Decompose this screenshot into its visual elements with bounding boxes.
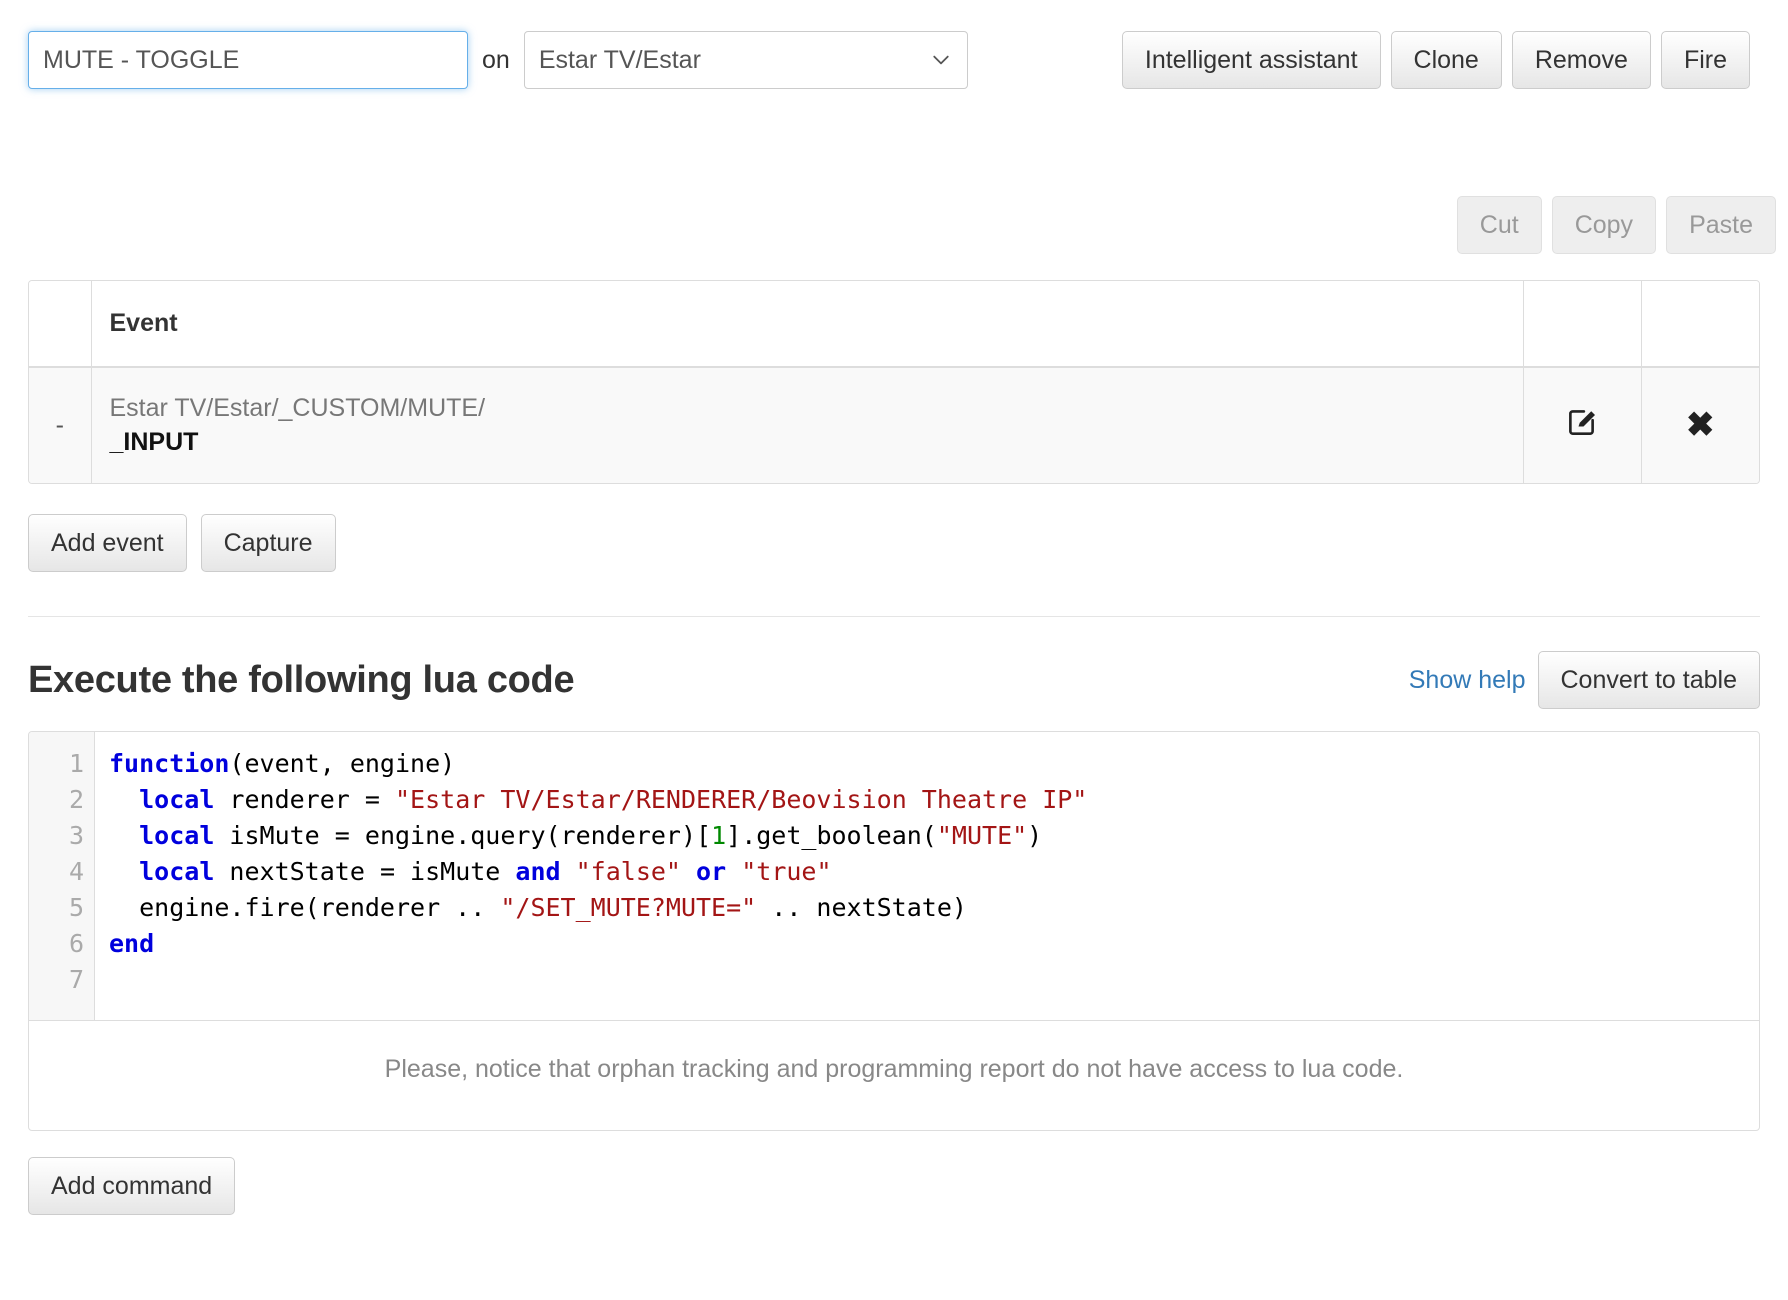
code-token: and xyxy=(515,857,561,886)
intelligent-assistant-button[interactable]: Intelligent assistant xyxy=(1121,31,1381,89)
events-table-head: Event xyxy=(29,281,1759,368)
top-toolbar: on Estar TV/Estar Intelligent assistant … xyxy=(0,0,1788,96)
table-row: - Estar TV/Estar/_CUSTOM/MUTE/ _INPUT ✖ xyxy=(29,367,1759,483)
add-event-button[interactable]: Add event xyxy=(28,514,187,572)
code-token: "MUTE" xyxy=(936,821,1028,850)
row-delete-button[interactable]: ✖ xyxy=(1641,367,1759,483)
code-line: function(event, engine) xyxy=(109,746,1759,782)
code-token: engine.fire(renderer .. xyxy=(109,893,501,922)
code-token: isMute = engine.query(renderer)[ xyxy=(214,821,712,850)
events-table-body: - Estar TV/Estar/_CUSTOM/MUTE/ _INPUT ✖ xyxy=(29,367,1759,483)
events-table: Event - Estar TV/Estar/_CUSTOM/MUTE/ _IN… xyxy=(29,281,1759,483)
lua-header-actions: Show help Convert to table xyxy=(1409,651,1760,709)
footer-actions: Add command xyxy=(0,1131,1788,1245)
row-edit-button[interactable] xyxy=(1523,367,1642,483)
code-token: local xyxy=(139,785,215,814)
convert-to-table-button[interactable]: Convert to table xyxy=(1537,651,1760,709)
code-token: renderer = xyxy=(214,785,395,814)
capture-button[interactable]: Capture xyxy=(200,514,336,572)
row-event-cell: Estar TV/Estar/_CUSTOM/MUTE/ _INPUT xyxy=(91,367,1524,483)
target-select-wrapper: Estar TV/Estar xyxy=(523,31,968,89)
code-token: ].get_boolean( xyxy=(726,821,937,850)
copy-button[interactable]: Copy xyxy=(1551,196,1657,254)
code-line: end xyxy=(109,926,1759,962)
edit-square-icon xyxy=(1569,410,1595,435)
line-number: 3 xyxy=(68,821,84,850)
line-number: 6 xyxy=(68,929,84,958)
paste-button[interactable]: Paste xyxy=(1666,196,1776,254)
code-token: "false" xyxy=(575,857,681,886)
events-header-row: Event xyxy=(29,281,1759,368)
code-token: or xyxy=(696,857,727,886)
line-number: 7 xyxy=(68,965,84,994)
lua-code-area[interactable]: 1 2 3 4 5 6 7 function(event, engine) local re… xyxy=(29,732,1759,1020)
command-editor-page: on Estar TV/Estar Intelligent assistant … xyxy=(0,0,1788,1300)
header-handle-cell xyxy=(29,281,92,368)
line-number-gutter: 1 2 3 4 5 6 7 xyxy=(29,732,95,1020)
code-line: engine.fire(renderer .. "/SET_MUTE?MUTE=… xyxy=(109,890,1759,926)
remove-button[interactable]: Remove xyxy=(1511,31,1651,89)
code-line: local isMute = engine.query(renderer)[1]… xyxy=(109,818,1759,854)
code-token: local xyxy=(139,857,215,886)
show-help-link[interactable]: Show help xyxy=(1409,666,1526,695)
events-table-container: Event - Estar TV/Estar/_CUSTOM/MUTE/ _IN… xyxy=(28,280,1760,484)
code-token: .. nextState) xyxy=(756,893,967,922)
on-label: on xyxy=(482,45,510,74)
code-token: 1 xyxy=(711,821,727,850)
clone-button[interactable]: Clone xyxy=(1390,31,1502,89)
code-token: "true" xyxy=(741,857,832,886)
code-line: local nextState = isMute and "false" or … xyxy=(109,854,1759,890)
lua-code-editor[interactable]: function(event, engine) local renderer =… xyxy=(95,732,1759,1020)
header-event-cell: Event xyxy=(91,281,1524,368)
section-divider xyxy=(28,616,1760,617)
code-token: "/SET_MUTE?MUTE=" xyxy=(500,893,757,922)
line-number: 2 xyxy=(68,785,84,814)
line-number: 1 xyxy=(68,749,84,778)
code-token: ) xyxy=(1027,821,1043,850)
close-x-icon: ✖ xyxy=(1686,406,1715,444)
cut-button[interactable]: Cut xyxy=(1456,196,1542,254)
header-actions: Intelligent assistant Clone Remove Fire xyxy=(1121,31,1760,89)
event-actions-row: Add event Capture xyxy=(0,484,1788,572)
lua-section-header: Execute the following lua code Show help… xyxy=(28,651,1760,709)
row-drag-handle[interactable]: - xyxy=(29,367,92,483)
line-number: 4 xyxy=(68,857,84,886)
fire-button[interactable]: Fire xyxy=(1660,31,1750,89)
lua-code-box: 1 2 3 4 5 6 7 function(event, engine) local re… xyxy=(28,731,1760,1131)
target-select[interactable]: Estar TV/Estar xyxy=(523,31,968,89)
add-command-button[interactable]: Add command xyxy=(28,1157,236,1215)
command-name-input[interactable] xyxy=(28,31,468,89)
code-line: local renderer = "Estar TV/Estar/RENDERE… xyxy=(109,782,1759,818)
code-token: end xyxy=(109,929,155,958)
code-token: function xyxy=(109,749,230,778)
header-edit-cell xyxy=(1523,281,1642,368)
header-delete-cell xyxy=(1641,281,1759,368)
clipboard-toolbar: Cut Copy Paste xyxy=(0,96,1788,254)
lua-code-note: Please, notice that orphan tracking and … xyxy=(29,1020,1759,1130)
lua-section-title: Execute the following lua code xyxy=(28,658,575,701)
code-token: local xyxy=(139,821,215,850)
code-token: nextState = isMute xyxy=(214,857,516,886)
code-token: "Estar TV/Estar/RENDERER/Beovision Theat… xyxy=(395,785,1088,814)
event-path: Estar TV/Estar/_CUSTOM/MUTE/ xyxy=(109,393,486,422)
code-token: (event, engine) xyxy=(229,749,456,778)
event-name: _INPUT xyxy=(109,427,199,456)
line-number: 5 xyxy=(68,893,84,922)
